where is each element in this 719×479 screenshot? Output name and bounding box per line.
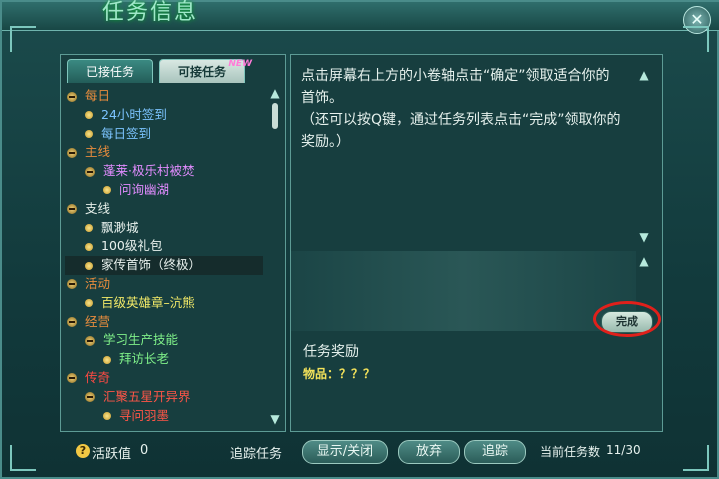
arrow-down-icon[interactable]: ▼: [638, 231, 650, 243]
tree-category-item[interactable]: 蓬莱·极乐村被焚: [65, 162, 263, 181]
bullet-icon: [85, 130, 93, 139]
reward-strip: [291, 251, 636, 331]
tree-task-item[interactable]: 问询幽湖: [65, 181, 263, 200]
tree-item-label: 汇聚五星开异界: [103, 388, 191, 404]
arrow-up-icon[interactable]: ▲: [638, 255, 650, 267]
tree-item-label: 拜访长老: [119, 351, 170, 367]
task-list-scrollbar[interactable]: ▲ ▼: [269, 87, 281, 425]
bullet-icon: [85, 224, 93, 233]
tab-accepted-tasks[interactable]: 已接任务: [67, 59, 153, 83]
tree-item-label: 100级礼包: [101, 238, 163, 254]
toggle-button[interactable]: 显示/关闭: [302, 440, 388, 464]
bullet-icon: [85, 299, 93, 308]
tree-item-label: 蓬莱·极乐村被焚: [103, 163, 195, 179]
arrow-down-icon[interactable]: ▼: [269, 413, 281, 425]
tree-category-item[interactable]: 经营: [65, 313, 263, 332]
tree-task-item[interactable]: 拜访长老: [65, 350, 263, 369]
track-tasks-label: 追踪任务: [230, 447, 283, 462]
tree-item-label: 学习生产技能: [103, 332, 179, 348]
tree-category-item[interactable]: 活动: [65, 275, 263, 294]
description-scrollbar[interactable]: ▲ ▼: [638, 69, 650, 243]
tree-item-label: 寻问羽墨: [119, 407, 170, 423]
arrow-up-icon[interactable]: ▲: [638, 69, 650, 81]
tab-available-label: 可接任务: [177, 65, 226, 79]
tree-task-item[interactable]: 寻问羽墨: [65, 407, 263, 426]
help-icon[interactable]: ?: [76, 444, 90, 458]
tree-task-item[interactable]: 24小时签到: [65, 106, 263, 125]
task-count-value: 11/30: [606, 443, 641, 457]
tree-category-item[interactable]: 学习生产技能: [65, 331, 263, 350]
task-window: 任务信息 ✕ 已接任务 可接任务 NEW 每日 24小时签到 每日签到 主线 蓬莱·极乐…: [0, 0, 719, 479]
corner-ornament: [10, 26, 36, 52]
tree-category-item[interactable]: 主线: [65, 143, 263, 162]
reward-item: 物品：？？？: [303, 367, 376, 381]
task-count-label: 当前任务数: [540, 445, 601, 459]
reward-title: 任务奖励: [303, 344, 359, 360]
tree-item-label: 家传首饰（终极）: [101, 257, 202, 273]
bullet-icon: [85, 261, 93, 270]
arrow-up-icon[interactable]: ▲: [269, 87, 281, 99]
tree-category-item[interactable]: 支线: [65, 200, 263, 219]
tree-item-label: 支线: [85, 200, 111, 216]
new-badge: NEW: [228, 59, 252, 69]
tree-task-item[interactable]: 飘渺城: [65, 219, 263, 238]
tree-item-label: 问询幽湖: [119, 181, 170, 197]
bullet-icon: [103, 186, 111, 195]
bullet-icon: [103, 355, 111, 364]
tree-item-label: 每日签到: [101, 125, 152, 141]
highlight-ring: [593, 301, 661, 337]
tree-item-label: 每日: [85, 88, 111, 103]
collapse-icon[interactable]: [67, 147, 77, 158]
title-bar: 任务信息: [2, 0, 719, 31]
collapse-icon[interactable]: [67, 91, 77, 102]
tree-item-label: 经营: [85, 313, 111, 329]
collapse-icon[interactable]: [67, 317, 77, 328]
task-tree: 每日 24小时签到 每日签到主线蓬莱·极乐村被焚问询幽湖 支线飘渺城 100级礼包家传首…: [65, 87, 263, 427]
track-button[interactable]: 追踪: [464, 440, 526, 464]
tree-item-label: 传奇: [85, 369, 111, 385]
bullet-icon: [85, 242, 93, 251]
collapse-icon[interactable]: [85, 166, 95, 177]
corner-ornament: [683, 26, 709, 52]
tree-task-item[interactable]: 100级礼包: [65, 237, 263, 256]
corner-ornament: [683, 445, 709, 471]
tree-item-label: 活动: [85, 275, 111, 291]
bottom-bar: ? 活跃值 0 追踪任务 显示/关闭 放弃 追踪 当前任务数 11/30: [60, 440, 663, 468]
bullet-icon: [103, 412, 111, 421]
activity-label: 活跃值: [92, 447, 132, 462]
collapse-icon[interactable]: [85, 335, 95, 346]
bullet-icon: [85, 111, 93, 120]
tree-category-item[interactable]: 传奇: [65, 369, 263, 388]
collapse-icon[interactable]: [85, 392, 95, 403]
tree-task-item[interactable]: 家传首饰（终极）: [65, 256, 263, 275]
tree-item-label: 飘渺城: [101, 219, 139, 235]
description-line-1: 点击屏幕右上方的小卷轴点击“确定”领取适合你的首饰。: [301, 68, 610, 106]
collapse-icon[interactable]: [67, 373, 77, 384]
tree-item-label: 主线: [85, 144, 111, 160]
abandon-button[interactable]: 放弃: [398, 440, 460, 464]
description-line-2: （还可以按Q键，通过任务列表点击“完成”领取你的奖励。）: [301, 112, 621, 150]
tree-task-item[interactable]: 每日签到: [65, 125, 263, 144]
task-list-panel: 已接任务 可接任务 NEW 每日 24小时签到 每日签到主线蓬莱·极乐村被焚问询幽湖…: [60, 54, 286, 432]
tree-item-label: 24小时签到: [101, 106, 167, 122]
tab-available-tasks[interactable]: 可接任务 NEW: [159, 59, 252, 83]
collapse-icon[interactable]: [67, 279, 77, 290]
tree-category-item[interactable]: 汇聚五星开异界: [65, 388, 263, 407]
tree-task-item[interactable]: 百级英雄章–沆熊: [65, 294, 263, 313]
scrollbar-thumb[interactable]: [272, 103, 278, 129]
task-detail-panel: 点击屏幕右上方的小卷轴点击“确定”领取适合你的首饰。 （还可以按Q键，通过任务列…: [290, 54, 663, 432]
collapse-icon[interactable]: [67, 204, 77, 215]
corner-ornament: [10, 445, 36, 471]
task-description: 点击屏幕右上方的小卷轴点击“确定”领取适合你的首饰。 （还可以按Q键，通过任务列…: [301, 65, 621, 153]
tree-item-label: 百级英雄章–沆熊: [101, 294, 195, 310]
activity-value: 0: [140, 443, 149, 458]
window-title: 任务信息: [102, 0, 199, 25]
tree-category-item[interactable]: 每日: [65, 87, 263, 106]
